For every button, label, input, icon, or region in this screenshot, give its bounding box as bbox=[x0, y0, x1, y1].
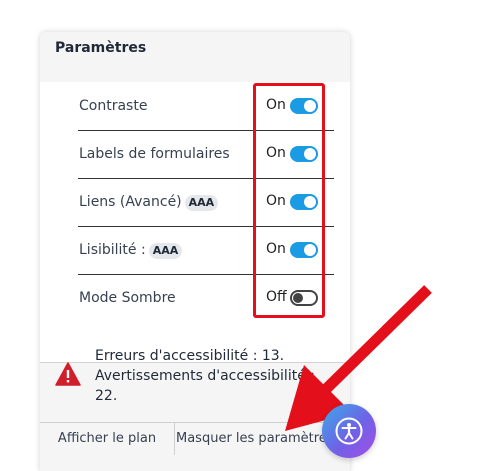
errors-count: Erreurs d'accessibilité : 13. bbox=[95, 348, 285, 364]
warnings-count-line1: Avertissements d'accessibilité : bbox=[95, 368, 315, 384]
setting-label: Lisibilité : AAA bbox=[79, 242, 183, 259]
results-text: Erreurs d'accessibilité : 13. Avertissem… bbox=[95, 346, 345, 406]
setting-label: Liens (Avancé) AAA bbox=[79, 194, 219, 211]
accessibility-fab-button[interactable] bbox=[322, 404, 376, 458]
aaa-badge: AAA bbox=[184, 195, 219, 211]
setting-label: Mode Sombre bbox=[79, 290, 176, 306]
page: Paramètres Contraste On Labels de formul… bbox=[0, 0, 480, 471]
setting-label: Labels de formulaires bbox=[79, 146, 230, 162]
panel-footer: Afficher le plan Masquer les paramètres bbox=[40, 422, 350, 455]
aaa-badge: AAA bbox=[148, 243, 183, 259]
setting-label: Contraste bbox=[79, 98, 148, 114]
toggles-highlight-box bbox=[253, 83, 325, 318]
accessibility-results: Erreurs d'accessibilité : 13. Avertissem… bbox=[40, 332, 350, 422]
warnings-count-line2: 22. bbox=[95, 388, 118, 404]
accessibility-person-icon bbox=[335, 417, 363, 445]
show-plan-button[interactable]: Afficher le plan bbox=[40, 423, 175, 455]
panel-title: Paramètres bbox=[55, 40, 147, 56]
warning-triangle-icon bbox=[55, 362, 81, 386]
